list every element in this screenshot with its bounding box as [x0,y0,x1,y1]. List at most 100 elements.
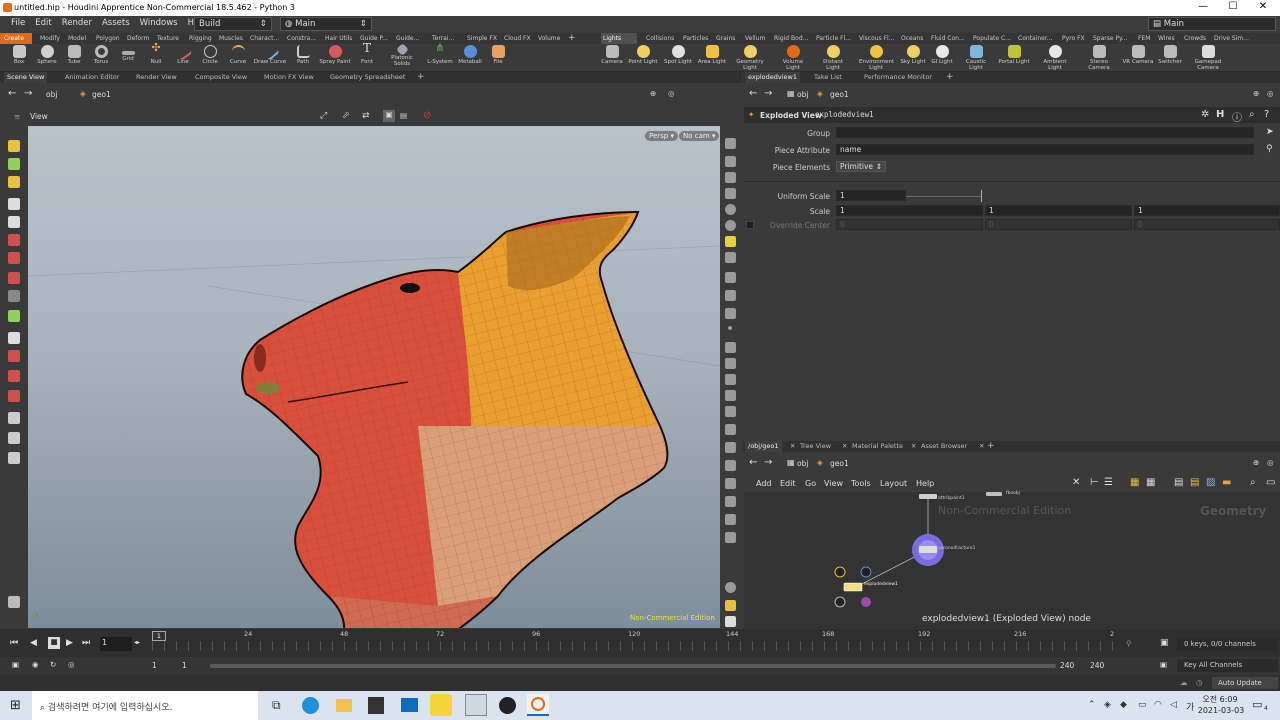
network-editor[interactable]: Add Edit Go View Tools Layout Help ✕ ⊢ ☰… [744,474,1280,629]
net-menu-add[interactable]: Add [756,479,772,488]
piece-elements-select[interactable]: Primitive ⇕ [836,161,886,172]
edit-icon[interactable] [8,310,20,322]
settings-icon[interactable]: ◎ [68,660,75,669]
uniform-scale-slider[interactable] [906,196,982,197]
play-reverse-icon[interactable]: ◀ [30,638,37,648]
tab-obj-geo1[interactable]: /obj/geo1 [745,441,782,452]
menu-windows[interactable]: Windows [135,16,183,30]
net-menu-edit[interactable]: Edit [780,479,796,488]
search-icon[interactable]: ⌕ [1250,477,1256,488]
camera-tool[interactable]: Camera [595,45,629,65]
light-icon[interactable] [725,236,736,247]
back-arrow-icon[interactable]: ← [749,457,757,468]
taskbar-search-box[interactable]: ⌕ 검색하려면 여기에 입력하십시오. [32,691,258,720]
link-icon[interactable]: ◎ [668,89,675,98]
lock-icon[interactable] [8,216,20,228]
switcher-tool[interactable]: Switcher [1153,45,1187,65]
node-attribpaint1[interactable] [919,494,937,499]
tab-explodedview1[interactable]: explodedview1 [745,72,800,83]
link-icon[interactable]: ◎ [1267,458,1274,467]
window-icon[interactable]: ▭ [1266,477,1275,488]
shelf-tab[interactable]: Oceans [901,33,923,44]
display-icon[interactable] [725,188,736,199]
path-geo[interactable]: geo1 [92,90,111,99]
audio-icon[interactable]: ◉ [32,660,39,669]
grid-view-icon[interactable]: ▦ [1130,477,1139,488]
select-arrow-icon[interactable]: ➤ [1266,127,1274,137]
pin-icon[interactable]: ⊕ [650,89,656,98]
edit-icon[interactable] [725,358,736,369]
uniform-scale-field[interactable]: 1 [836,190,906,201]
shelf-tab[interactable]: Rigging [189,33,212,44]
display-icon[interactable]: ▤ [400,111,407,120]
shelf-tab[interactable]: Viscous Fl... [859,33,894,44]
view-tool-icon[interactable] [8,332,20,344]
shelf-tab[interactable]: Crowds [1184,33,1206,44]
select-tool-icon[interactable]: ⤢ [320,111,327,121]
forward-arrow-icon[interactable]: → [764,88,772,99]
key-channels-icon[interactable]: ▣ [1160,660,1167,669]
tab-performance-monitor[interactable]: Performance Monitor [861,72,935,83]
draw-curve-tool[interactable]: Draw Curve [253,42,287,65]
flag-template-icon[interactable] [861,597,871,607]
info-icon[interactable] [725,582,736,593]
wifi-icon[interactable]: ◠ [1154,700,1162,710]
transform-handle-icon[interactable] [8,290,20,302]
node-fbxobj[interactable] [986,492,1002,496]
tab-asset-browser[interactable]: Asset Browser [918,441,970,452]
snap-icon[interactable]: ▣ [383,110,395,122]
override-x-field[interactable]: 0 [836,219,983,230]
gamepad-camera-tool[interactable]: Gamepad Camera [1191,45,1225,71]
desktop-main-dropdown[interactable]: ◍ Main ⇕ [280,17,372,31]
shelf-tab[interactable]: Pyro FX [1062,33,1085,44]
vr-camera-tool[interactable]: VR Camera [1121,45,1155,65]
file-tool[interactable]: File [481,45,515,65]
eye-icon[interactable] [725,616,736,627]
sphere-shade-icon[interactable] [725,204,736,215]
help-h-icon[interactable]: H [1216,109,1224,120]
task-view-icon[interactable]: ⧉ [272,698,281,713]
play-icon[interactable]: ▶ [66,638,73,648]
shelf-tab[interactable]: Modify [40,33,60,44]
spot-light-tool[interactable]: Spot Light [661,45,695,65]
view-menu-icon[interactable]: ≡ [14,112,20,121]
net-menu-view[interactable]: View [824,479,843,488]
last-frame-icon[interactable]: ⏭ [82,638,90,648]
tree-icon[interactable]: ⊢ [1090,477,1099,488]
override-center-checkbox[interactable] [746,221,754,229]
tab-render-view[interactable]: Render View [133,72,180,83]
tab-geometry-spreadsheet[interactable]: Geometry Spreadsheet [327,72,408,83]
scale-x-field[interactable]: 1 [836,205,983,216]
stereo-camera-tool[interactable]: Stereo Camera [1082,45,1116,71]
geometry-light-tool[interactable]: Geometry Light [733,45,767,71]
stop-icon[interactable]: ⊘ [423,110,431,121]
network-status-icon[interactable]: ▭ [1138,700,1147,710]
shelf-tab[interactable]: Deform [127,33,149,44]
add-shelf-tab-icon[interactable]: + [568,33,576,44]
shelf-tab[interactable]: Sparse Py... [1093,33,1128,44]
pin-icon[interactable]: ⊕ [1253,458,1259,467]
display-icon[interactable] [725,532,736,543]
override-y-field[interactable]: 0 [985,219,1132,230]
tab-material-palette[interactable]: Material Palette [849,441,906,452]
minimize-button[interactable]: — [1188,1,1218,12]
link-icon[interactable]: ◎ [1267,89,1274,98]
display-icon[interactable] [725,308,736,319]
distant-light-tool[interactable]: Distant Light [816,45,850,71]
node-name-field[interactable]: explodedview1 [815,110,874,119]
sphere-shade-icon[interactable] [725,220,736,231]
auto-update-menu[interactable]: Auto Update [1212,677,1278,689]
text-icon[interactable] [725,514,736,525]
display-icon[interactable] [725,390,736,401]
handle-tool-icon[interactable] [8,140,20,152]
hand-icon[interactable] [8,596,20,608]
volume-icon[interactable]: ◁ [1170,700,1177,710]
mail-icon[interactable] [401,698,418,712]
shelf-tab[interactable]: Populate C... [973,33,1011,44]
settings-icon[interactable] [8,432,20,444]
shelf-tab[interactable]: Simple FX [467,33,497,44]
status-icon[interactable]: ◷ [1196,678,1203,687]
display-icon[interactable] [725,460,736,471]
scale-y-field[interactable]: 1 [985,205,1132,216]
flag-bypass-icon[interactable] [834,566,846,578]
